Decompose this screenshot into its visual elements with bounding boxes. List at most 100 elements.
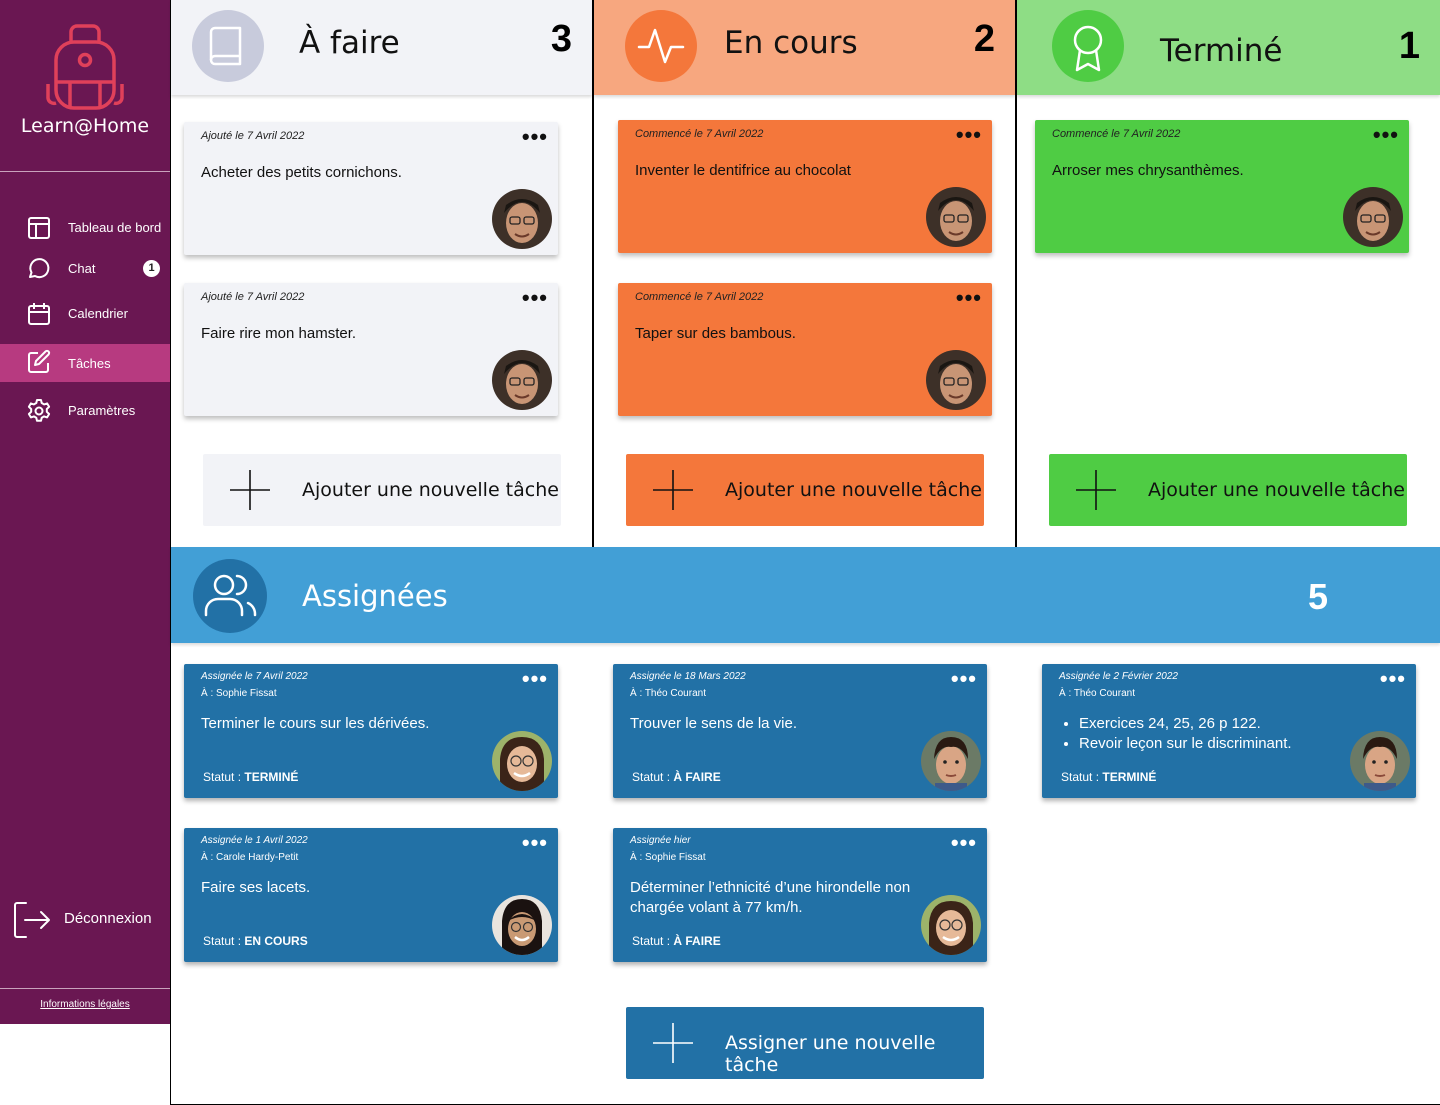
more-options-icon[interactable]: ••• [956, 285, 982, 311]
plus-icon [230, 470, 270, 510]
task-date: Commencé le 7 Avril 2022 [1052, 128, 1181, 140]
sidebar-item-label: Chat [68, 260, 96, 276]
activity-icon [625, 10, 697, 82]
assigned-header: Assignées 5 [171, 547, 1440, 643]
assigned-task-card[interactable]: Assignée le 1 Avril 2022 À : Carole Hard… [184, 828, 558, 962]
app-name: Learn@Home [20, 115, 150, 137]
status-value: EN COURS [244, 934, 308, 948]
plus-icon [653, 470, 693, 510]
add-task-label: Ajouter une nouvelle tâche [302, 479, 559, 501]
task-text: Taper sur des bambous. [635, 325, 796, 342]
plus-icon [653, 1023, 693, 1063]
sidebar-item-dashboard[interactable]: Tableau de bord [0, 208, 170, 246]
task-date: Commencé le 7 Avril 2022 [635, 291, 764, 303]
avatar [492, 895, 552, 955]
add-task-button[interactable]: Ajouter une nouvelle tâche [626, 454, 984, 526]
assigned-task-card[interactable]: Assignée le 18 Mars 2022 À : Théo Couran… [613, 664, 987, 798]
task-card[interactable]: Commencé le 7 Avril 2022 ••• Taper sur d… [618, 283, 992, 416]
chat-icon [29, 258, 50, 279]
task-bullet: Exercices 24, 25, 26 p 122. [1079, 714, 1369, 734]
sidebar-item-label: Calendrier [68, 305, 128, 321]
task-bullet-list: Exercices 24, 25, 26 p 122. Revoir leçon… [1079, 714, 1369, 754]
sidebar: Learn@Home Tableau de bord Chat 1 Calend… [0, 0, 170, 1024]
assign-task-label: Assigner une nouvelle tâche [725, 1032, 936, 1076]
sidebar-item-calendar[interactable]: Calendrier [0, 294, 170, 332]
task-date: Assignée le 7 Avril 2022 [201, 671, 308, 682]
add-task-button[interactable]: Ajouter une nouvelle tâche [203, 454, 561, 526]
app-root: Learn@Home Tableau de bord Chat 1 Calend… [0, 0, 1440, 1105]
avatar [492, 189, 552, 249]
task-assignee: À : Théo Courant [1059, 688, 1135, 699]
logout-button[interactable]: Déconnexion [12, 898, 170, 940]
more-options-icon[interactable]: ••• [951, 830, 977, 856]
done-column-header: Terminé 1 [1017, 0, 1440, 95]
add-task-label: Ajouter une nouvelle tâche [725, 479, 982, 501]
add-task-label: Ajouter une nouvelle tâche [1148, 479, 1405, 501]
brand: Learn@Home [0, 0, 170, 172]
assign-task-button[interactable]: Assigner une nouvelle tâche [626, 1007, 984, 1079]
task-bullet: Revoir leçon sur le discriminant. [1079, 734, 1369, 754]
more-options-icon[interactable]: ••• [522, 124, 548, 150]
task-assignee: À : Sophie Fissat [201, 688, 277, 699]
more-options-icon[interactable]: ••• [956, 122, 982, 148]
assigned-task-card[interactable]: Assignée le 7 Avril 2022 À : Sophie Fiss… [184, 664, 558, 798]
status-value: TERMINÉ [1102, 770, 1157, 784]
calendar-icon [28, 303, 50, 325]
column-title: Terminé [1160, 33, 1283, 69]
sidebar-item-label: Paramètres [68, 402, 136, 418]
avatar [926, 350, 986, 410]
backpack-icon [46, 24, 124, 110]
avatar [492, 731, 552, 791]
column-count: 2 [973, 18, 995, 60]
chat-badge: 1 [143, 259, 160, 277]
task-date: Assignée hier [630, 835, 691, 846]
task-date: Assignée le 2 Février 2022 [1059, 671, 1178, 682]
dashboard-icon [28, 217, 50, 239]
logout-label: Déconnexion [64, 910, 152, 927]
avatar [926, 187, 986, 247]
add-task-button[interactable]: Ajouter une nouvelle tâche [1049, 454, 1407, 526]
status-value: À FAIRE [673, 770, 721, 784]
column-title: À faire [299, 25, 400, 61]
task-status: Statut : À FAIRE [632, 934, 721, 948]
sidebar-item-chat[interactable]: Chat 1 [0, 249, 170, 287]
task-date: Ajouté le 7 Avril 2022 [201, 291, 305, 303]
logout-icon [14, 902, 50, 938]
assigned-title: Assignées [302, 579, 448, 613]
task-status: Statut : TERMINÉ [1061, 770, 1157, 784]
avatar [1343, 187, 1403, 247]
sidebar-item-tasks[interactable]: Tâches [0, 344, 170, 382]
users-icon [193, 559, 267, 633]
task-text: Terminer le cours sur les dérivées. [201, 715, 430, 732]
more-options-icon[interactable]: ••• [1380, 666, 1406, 692]
column-count: 3 [550, 18, 572, 60]
more-options-icon[interactable]: ••• [1373, 122, 1399, 148]
status-value: TERMINÉ [244, 770, 299, 784]
task-card[interactable]: Commencé le 7 Avril 2022 ••• Arroser mes… [1035, 120, 1409, 253]
assigned-task-card[interactable]: Assignée le 2 Février 2022 À : Théo Cour… [1042, 664, 1416, 798]
gear-icon [27, 399, 51, 422]
task-card[interactable]: Ajouté le 7 Avril 2022 ••• Faire rire mo… [184, 283, 558, 416]
more-options-icon[interactable]: ••• [522, 666, 548, 692]
task-text: Déterminer l’ethnicité d’une hirondelle … [630, 879, 911, 916]
avatar [1350, 731, 1410, 791]
avatar [921, 731, 981, 791]
more-options-icon[interactable]: ••• [951, 666, 977, 692]
task-status: Statut : EN COURS [203, 934, 308, 948]
assigned-count: 5 [1308, 576, 1329, 617]
edit-icon [28, 349, 51, 373]
task-card[interactable]: Commencé le 7 Avril 2022 ••• Inventer le… [618, 120, 992, 253]
legal-link[interactable]: Informations légales [0, 999, 170, 1010]
sidebar-item-settings[interactable]: Paramètres [0, 391, 170, 429]
task-assignee: À : Sophie Fissat [630, 852, 706, 863]
task-text: Trouver le sens de la vie. [630, 715, 798, 732]
task-date: Ajouté le 7 Avril 2022 [201, 130, 305, 142]
task-card[interactable]: Ajouté le 7 Avril 2022 ••• Acheter des p… [184, 122, 558, 255]
avatar [492, 350, 552, 410]
column-title: En cours [724, 25, 858, 61]
more-options-icon[interactable]: ••• [522, 285, 548, 311]
more-options-icon[interactable]: ••• [522, 830, 548, 856]
assigned-task-card[interactable]: Assignée hier À : Sophie Fissat ••• Déte… [613, 828, 987, 962]
todo-column-header: À faire 3 [171, 0, 592, 95]
task-text: Faire rire mon hamster. [201, 325, 357, 342]
